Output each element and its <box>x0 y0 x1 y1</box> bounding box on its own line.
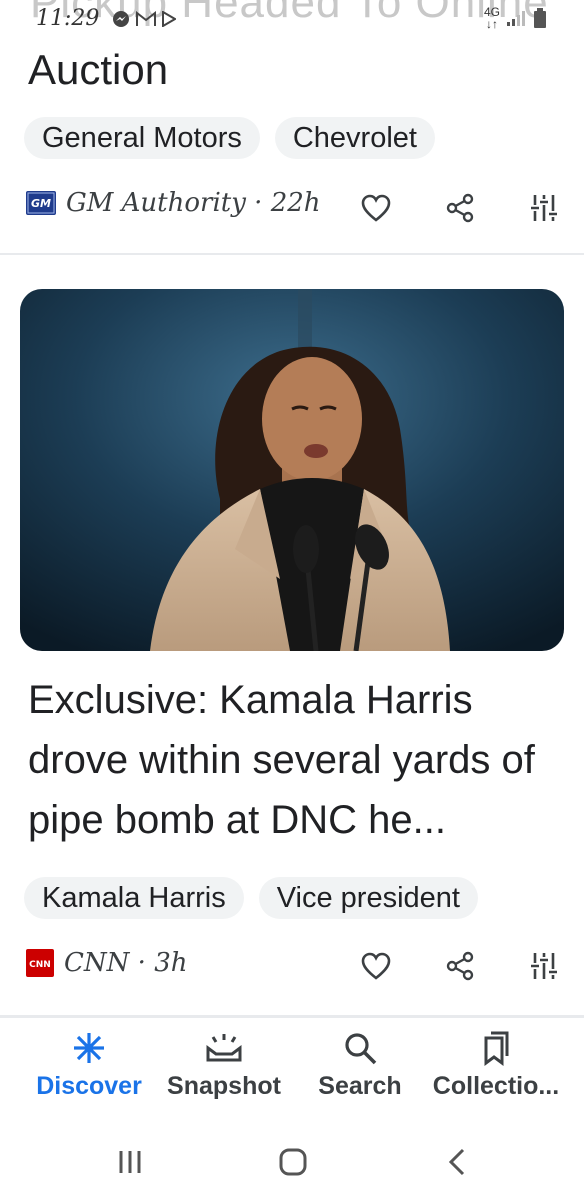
share-button[interactable] <box>440 188 480 228</box>
nav-label: Collectio... <box>432 1072 560 1100</box>
nav-item-discover[interactable]: Discover <box>30 1030 148 1101</box>
topic-chip[interactable]: General Motors <box>24 117 260 159</box>
notification-icons <box>112 10 176 28</box>
card-divider <box>0 253 584 255</box>
topic-chip[interactable]: Chevrolet <box>274 117 435 159</box>
network-type: 4G ↓↑ <box>483 5 500 31</box>
nav-item-snapshot[interactable]: Snapshot <box>162 1030 286 1101</box>
customize-button[interactable] <box>524 946 564 986</box>
bottom-navigation: Discover Snapshot Search Collectio... <box>0 1030 584 1120</box>
source-name: GM Authority · 22h <box>66 188 321 218</box>
collections-icon <box>484 1031 509 1066</box>
topic-chips: General Motors Chevrolet <box>24 117 435 159</box>
topic-chips: Kamala Harris Vice president <box>24 877 478 919</box>
article-hero-image[interactable] <box>20 289 564 651</box>
article-actions <box>356 188 564 228</box>
svg-text:CNN: CNN <box>29 960 51 970</box>
article-actions <box>356 946 564 986</box>
kamala-harris-photo <box>20 289 564 651</box>
discover-icon <box>74 1033 104 1063</box>
card-divider <box>0 1015 584 1018</box>
source-name: CNN · 3h <box>64 948 188 978</box>
snapshot-icon <box>206 1034 242 1062</box>
heart-icon <box>361 194 391 222</box>
like-button[interactable] <box>356 188 396 228</box>
article-headline[interactable]: Auction <box>28 44 168 96</box>
share-icon <box>446 951 474 981</box>
tune-icon <box>531 195 557 221</box>
topic-chip[interactable]: Vice president <box>258 877 478 919</box>
svg-text:GM: GM <box>31 197 51 210</box>
messenger-icon <box>113 11 129 27</box>
like-button[interactable] <box>356 946 396 986</box>
article-source[interactable]: CNN CNN · 3h <box>26 948 187 978</box>
recent-apps-icon[interactable] <box>116 1148 144 1176</box>
gm-authority-logo-icon: GM <box>26 191 56 215</box>
cnn-logo-icon: CNN <box>26 949 54 977</box>
system-navigation-bar <box>0 1138 584 1188</box>
search-icon <box>345 1033 377 1065</box>
signal-icon <box>507 11 525 26</box>
share-button[interactable] <box>440 946 480 986</box>
gmail-icon <box>136 11 156 26</box>
topic-chip[interactable]: Kamala Harris <box>24 877 244 919</box>
back-icon[interactable] <box>446 1147 468 1177</box>
play-store-icon <box>162 11 176 27</box>
nav-label: Discover <box>36 1072 142 1100</box>
status-time: 11:29 <box>36 6 100 31</box>
home-icon[interactable] <box>278 1147 308 1177</box>
nav-label: Snapshot <box>167 1072 281 1100</box>
article-source[interactable]: GM GM Authority · 22h <box>26 188 321 218</box>
previous-headline-ghost: Pickup Headed To Online <box>30 0 549 27</box>
article-headline[interactable]: Exclusive: Kamala Harris drove within se… <box>28 670 568 850</box>
customize-button[interactable] <box>524 188 564 228</box>
nav-item-collections[interactable]: Collectio... <box>424 1030 568 1101</box>
nav-label: Search <box>318 1072 402 1100</box>
battery-icon <box>534 8 546 28</box>
status-right: 4G ↓↑ <box>484 6 546 30</box>
nav-item-search[interactable]: Search <box>310 1030 410 1101</box>
share-icon <box>446 193 474 223</box>
tune-icon <box>531 953 557 979</box>
heart-icon <box>361 952 391 980</box>
